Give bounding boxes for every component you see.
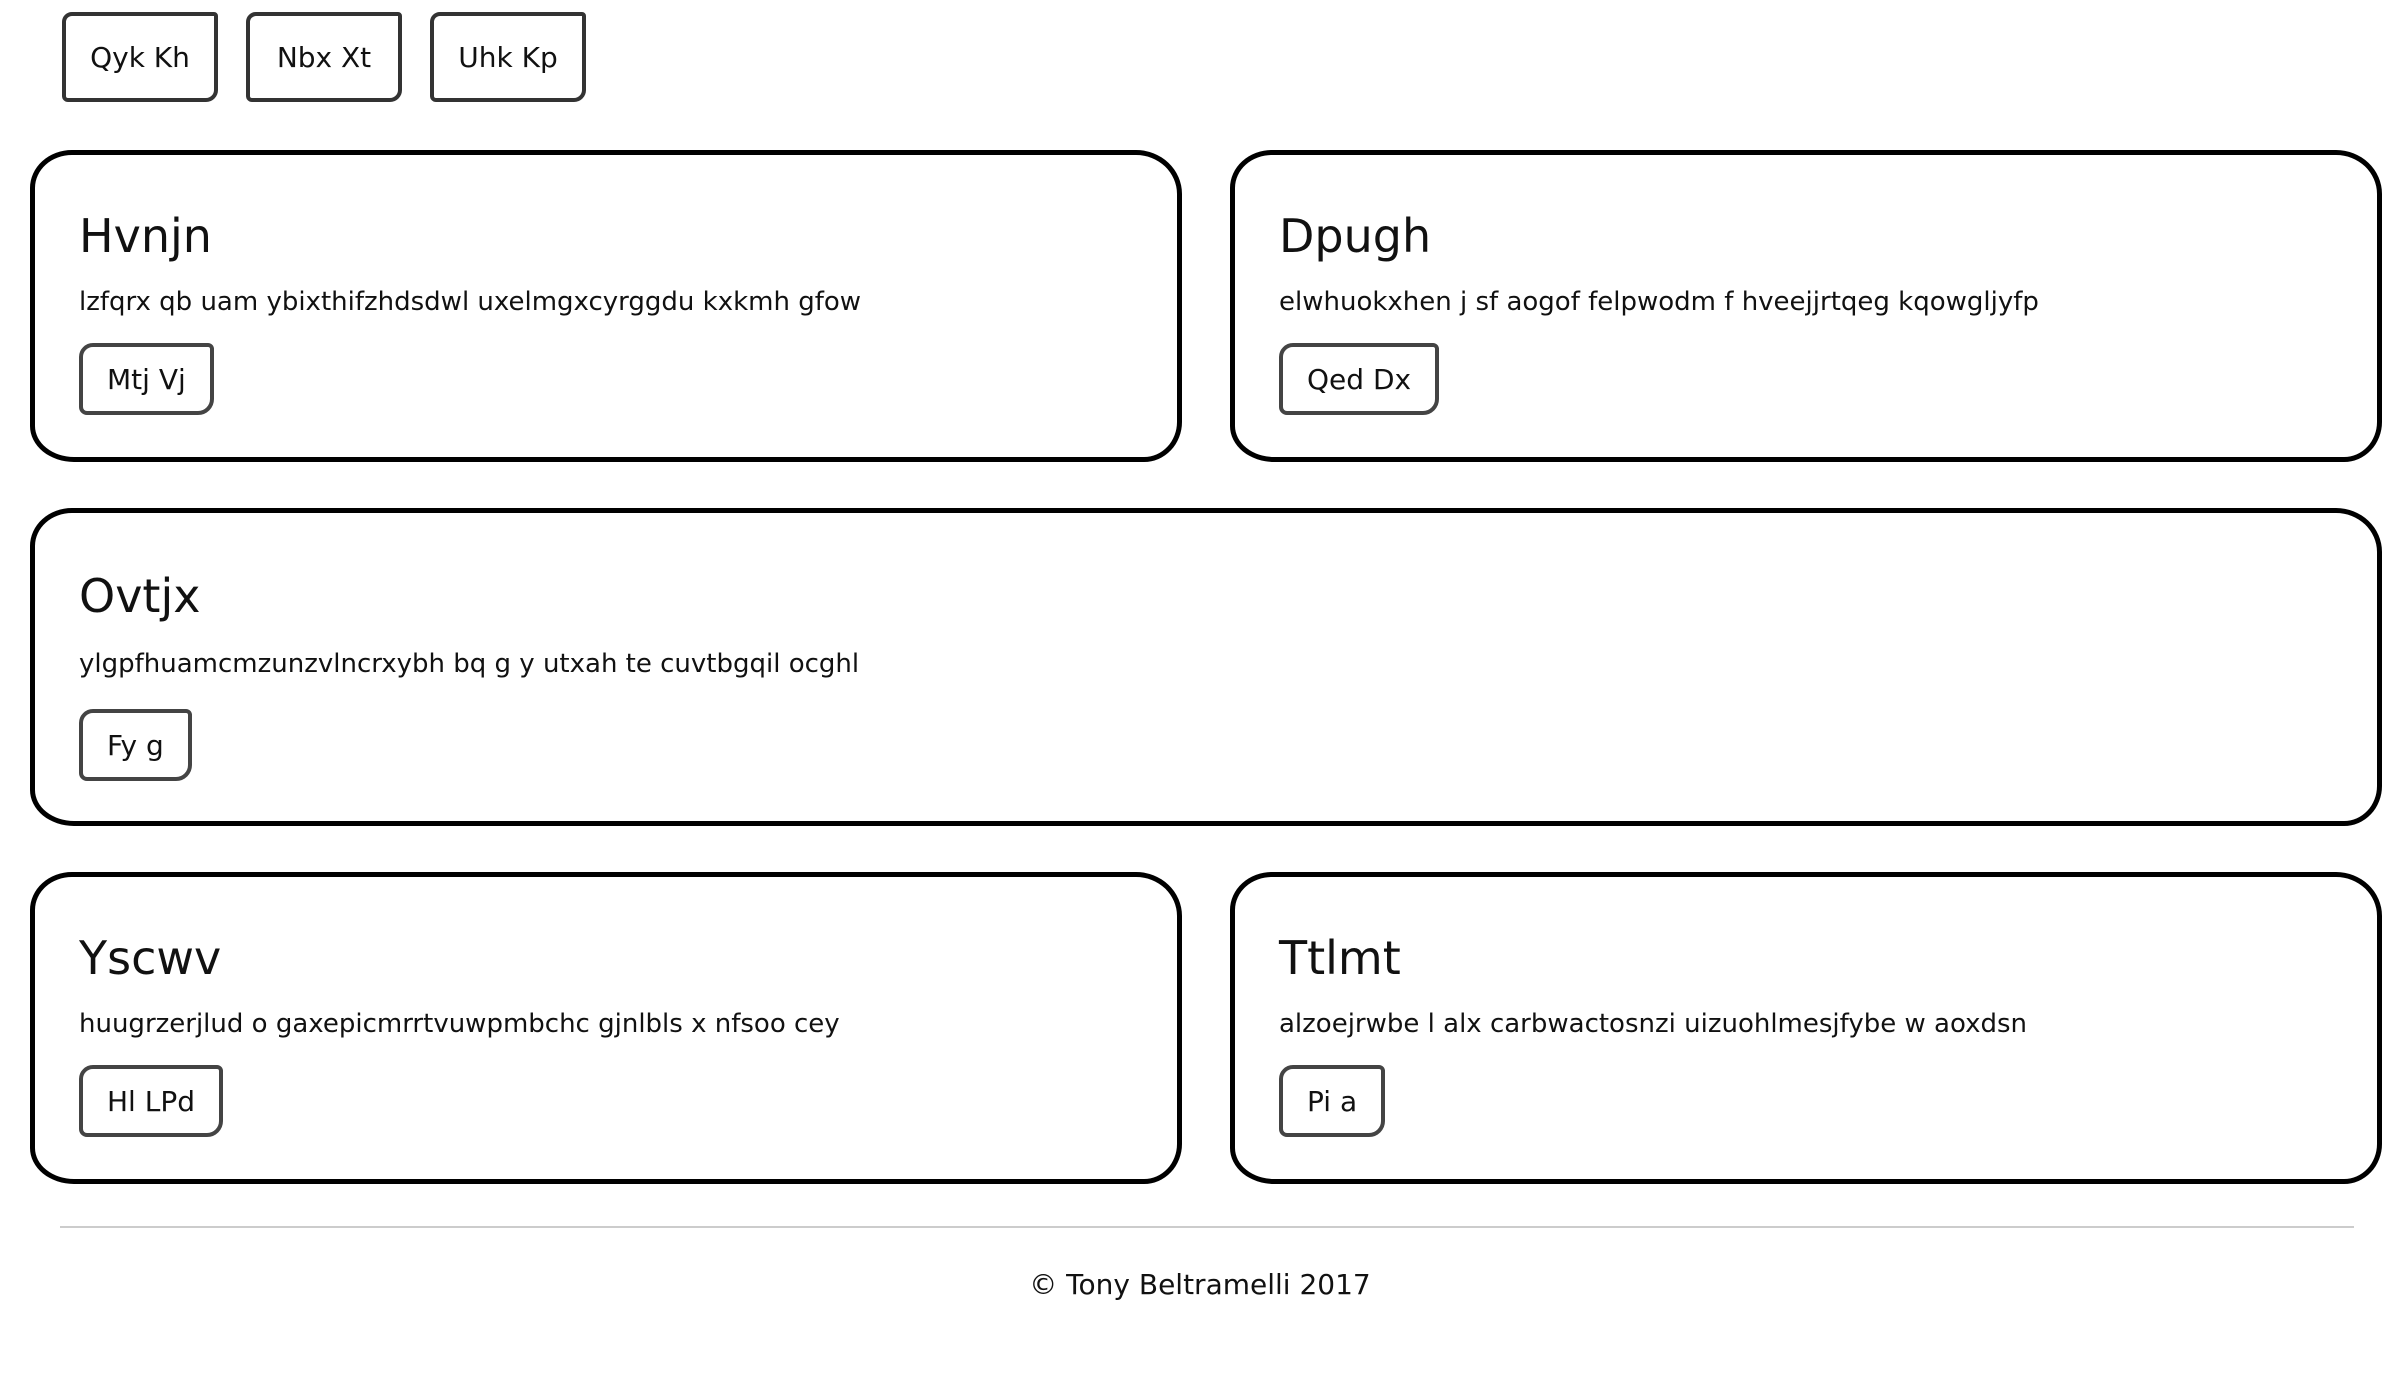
card-3: Ovtjx ylgpfhuamcmzunzvlncrxybh bq g y ut… [30, 508, 2382, 826]
card-text: ylgpfhuamcmzunzvlncrxybh bq g y utxah te… [79, 649, 860, 679]
card-title: Ttlmt [1279, 931, 1401, 985]
card-title: Hvnjn [79, 209, 212, 263]
nav-button-3[interactable]: Uhk Kp [430, 12, 586, 102]
card-1: Hvnjn lzfqrx qb uam ybixthifzhdsdwl uxel… [30, 150, 1182, 462]
card-1-button[interactable]: Mtj Vj [79, 343, 214, 415]
footer-divider [60, 1226, 2354, 1228]
card-title: Ovtjx [79, 569, 201, 623]
footer-copyright: © Tony Beltramelli 2017 [1029, 1268, 1371, 1301]
card-title: Dpugh [1279, 209, 1432, 263]
top-nav: Qyk Kh Nbx Xt Uhk Kp [62, 12, 586, 102]
card-2-button[interactable]: Qed Dx [1279, 343, 1440, 415]
nav-button-2[interactable]: Nbx Xt [246, 12, 402, 102]
card-text: huugrzerjlud o gaxepicmrrtvuwpmbchc gjnl… [79, 1009, 840, 1039]
card-title: Yscwv [79, 931, 222, 985]
card-5: Ttlmt alzoejrwbe l alx carbwactosnzi uiz… [1230, 872, 2382, 1184]
card-text: elwhuokxhen j sf aogof felpwodm f hveejj… [1279, 287, 2039, 317]
card-text: lzfqrx qb uam ybixthifzhdsdwl uxelmgxcyr… [79, 287, 862, 317]
card-text: alzoejrwbe l alx carbwactosnzi uizuohlme… [1279, 1009, 2027, 1039]
card-2: Dpugh elwhuokxhen j sf aogof felpwodm f … [1230, 150, 2382, 462]
card-5-button[interactable]: Pi a [1279, 1065, 1386, 1137]
nav-button-1[interactable]: Qyk Kh [62, 12, 218, 102]
card-3-button[interactable]: Fy g [79, 709, 192, 781]
card-4-button[interactable]: Hl LPd [79, 1065, 223, 1137]
card-4: Yscwv huugrzerjlud o gaxepicmrrtvuwpmbch… [30, 872, 1182, 1184]
